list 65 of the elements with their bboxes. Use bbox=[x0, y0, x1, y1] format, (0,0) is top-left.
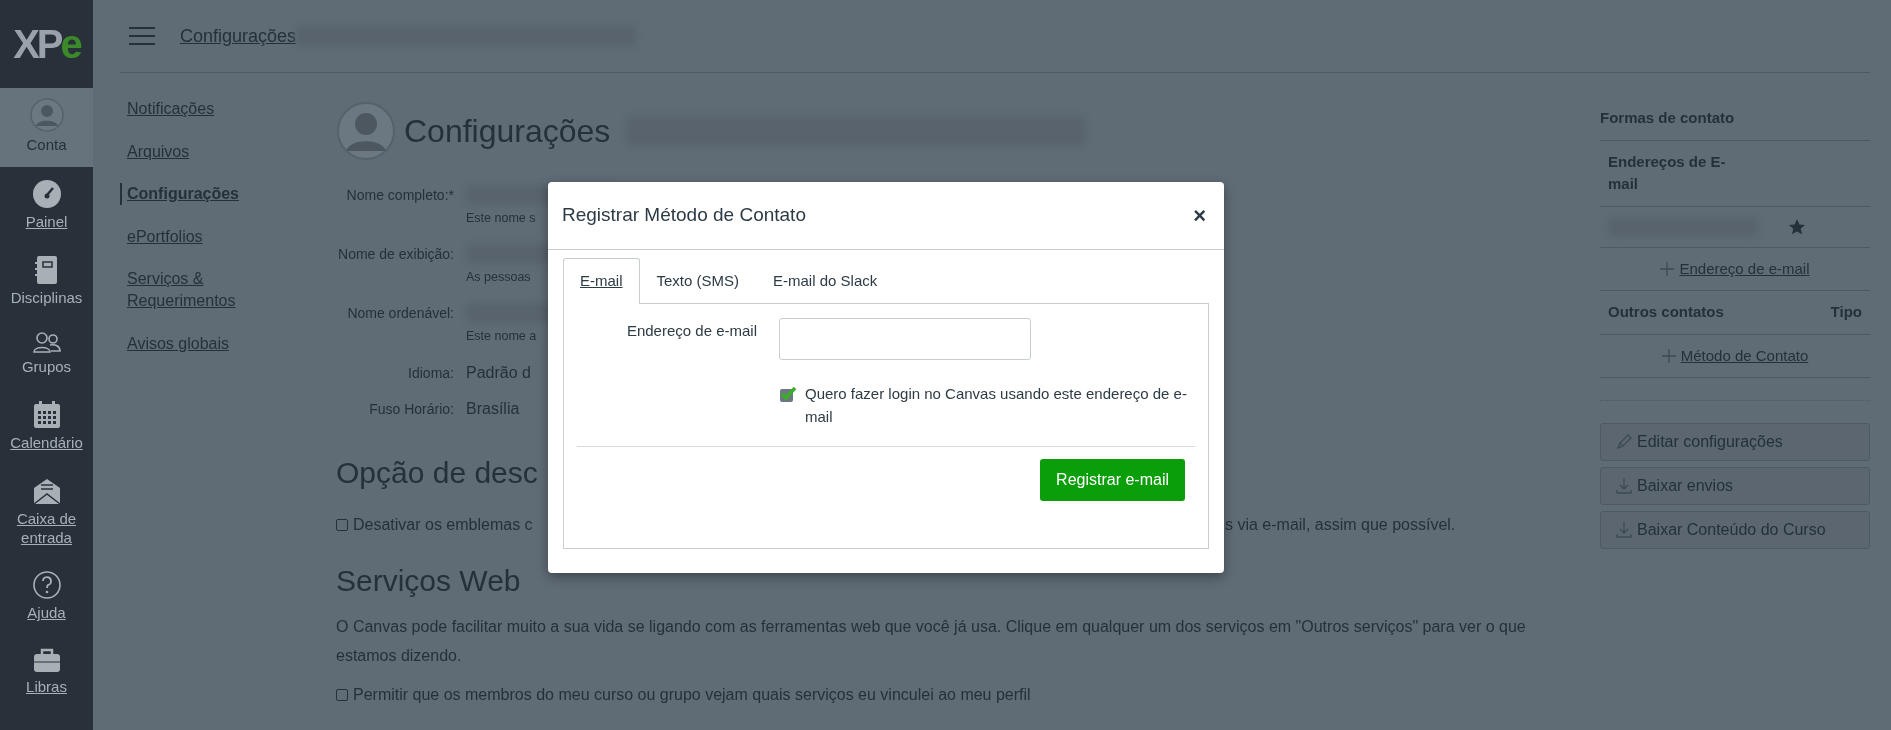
logo: XPe bbox=[12, 21, 82, 68]
nav-item[interactable]: Grupos bbox=[0, 318, 93, 388]
gauge-icon bbox=[31, 178, 62, 209]
email-input[interactable] bbox=[779, 317, 1031, 360]
settings-menu-item[interactable]: Avisos globais bbox=[127, 332, 267, 355]
pencil-icon bbox=[1615, 433, 1633, 451]
section-heading: Serviços Web bbox=[336, 563, 521, 600]
column-header: Outros contatos bbox=[1608, 302, 1724, 322]
settings-menu-item[interactable]: Configurações bbox=[120, 183, 260, 205]
field-label: Nome ordenável: bbox=[346, 303, 454, 323]
field-value: Brasília bbox=[466, 400, 520, 418]
checkbox[interactable] bbox=[336, 688, 348, 701]
nav-item[interactable]: Conta bbox=[0, 88, 93, 167]
register-button[interactable]: Registrar e-mail bbox=[1040, 459, 1185, 501]
section-title: Formas de contato bbox=[1600, 109, 1735, 126]
avatar-icon bbox=[29, 98, 64, 132]
avatar-icon bbox=[336, 101, 396, 161]
settings-menu-item[interactable]: Serviços & Requerimentos bbox=[127, 268, 267, 312]
tab[interactable]: E-mail bbox=[563, 258, 640, 304]
field-label: Nome completo:* bbox=[345, 186, 454, 205]
add-contact-method-link[interactable]: Método de Contato bbox=[1680, 344, 1809, 367]
settings-menu-item[interactable]: Notificações bbox=[127, 98, 267, 120]
option-text: Desativar os emblemas c bbox=[353, 515, 533, 536]
field-value: Padrão d bbox=[466, 364, 531, 382]
dialog-title: Registrar Método de Contato bbox=[562, 204, 806, 227]
checkbox[interactable] bbox=[336, 519, 348, 532]
field-label: Fuso Horário: bbox=[368, 399, 454, 419]
download-icon bbox=[1615, 477, 1633, 495]
tab[interactable]: E-mail do Slack bbox=[756, 258, 895, 304]
people-icon bbox=[31, 330, 62, 355]
breadcrumb-link[interactable]: Configurações bbox=[180, 22, 297, 50]
field-label: Idioma: bbox=[407, 363, 454, 383]
star-icon bbox=[1788, 217, 1806, 236]
plus-icon bbox=[1660, 261, 1675, 276]
download-icon bbox=[1615, 521, 1633, 539]
tab[interactable]: Texto (SMS) bbox=[639, 258, 757, 304]
nav-item[interactable]: Caixa de entrada bbox=[0, 463, 93, 559]
page-heading: Configurações bbox=[404, 111, 611, 151]
field-hint: Este nome s bbox=[466, 210, 536, 227]
column-header: Tipo bbox=[1830, 302, 1862, 322]
menu-icon[interactable] bbox=[128, 26, 156, 46]
plus-icon bbox=[1661, 348, 1676, 363]
description-text: O Canvas pode facilitar muito a sua vida se ligando com as ferramentas web que você já usa. Clique em qualquer um dos serviços em "Outros serviços" para ver o que estamos dizendo. bbox=[336, 617, 1527, 667]
settings-menu-item[interactable]: Arquivos bbox=[127, 140, 267, 163]
option-text: Quero fazer login no Canvas usando este endereço de e-mail bbox=[805, 383, 1188, 427]
field-hint: As pessoas bbox=[466, 268, 531, 286]
field-label: Endereço de e-mail bbox=[625, 320, 757, 341]
nav-item[interactable]: Ajuda bbox=[0, 558, 93, 634]
checkbox[interactable] bbox=[779, 384, 799, 403]
help-icon bbox=[31, 570, 62, 601]
nav-item[interactable]: Painel bbox=[0, 166, 93, 243]
nav-item[interactable]: Libras bbox=[0, 634, 93, 708]
briefcase-icon bbox=[31, 646, 62, 674]
nav-item[interactable]: Calendário bbox=[0, 388, 93, 464]
calendar-icon bbox=[31, 400, 62, 430]
add-email-link[interactable]: Endereço de e-mail bbox=[1679, 257, 1810, 280]
option-text: s via e-mail, assim que possível. bbox=[1225, 515, 1456, 536]
field-label: Nome de exibição: bbox=[337, 244, 454, 264]
close-button[interactable]: × bbox=[1189, 199, 1210, 232]
settings-menu-item[interactable]: ePortfolios bbox=[127, 225, 267, 248]
section-heading: Opção de desc bbox=[336, 455, 538, 492]
option-text: Permitir que os membros do meu curso ou grupo vejam quais serviços eu vinculei ao meu perfil bbox=[353, 684, 1031, 705]
nav-item[interactable]: Disciplinas bbox=[0, 242, 93, 319]
field-hint: Este nome a bbox=[466, 327, 537, 345]
column-header: Endereços de E-mail bbox=[1608, 151, 1727, 194]
